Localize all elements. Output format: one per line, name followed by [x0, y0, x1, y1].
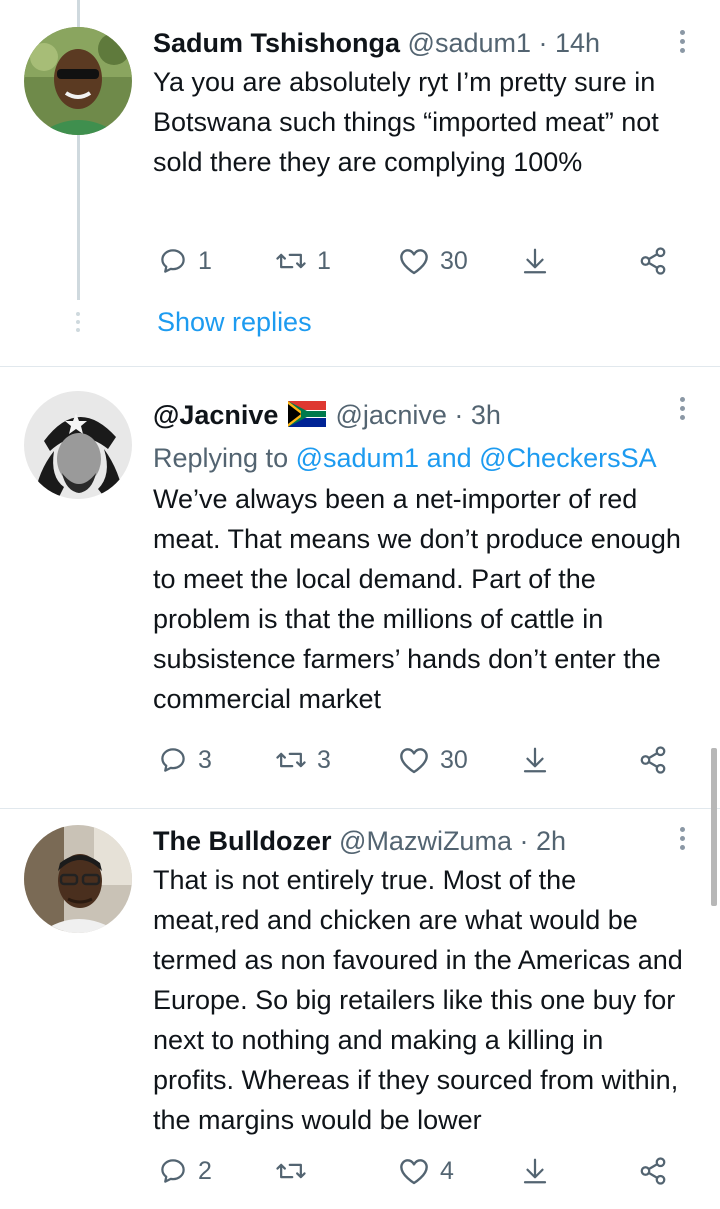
retweet-icon: [276, 752, 306, 768]
share-icon: [640, 746, 666, 774]
tweet-text: That is not entirely true. Most of the m…: [153, 865, 683, 1135]
author-name[interactable]: Sadum Tshishonga: [153, 28, 400, 58]
bookmark-share-button[interactable]: [521, 1153, 549, 1189]
like-icon: [400, 249, 428, 275]
tweet-text: Ya you are absolutely ryt I’m pretty sur…: [153, 67, 659, 177]
author-handle[interactable]: @jacnive: [335, 400, 446, 430]
author-name[interactable]: The Bulldozer: [153, 826, 332, 856]
avatar[interactable]: [24, 825, 132, 933]
tweet-text: We’ve always been a net-importer of red …: [153, 484, 681, 714]
retweet-button[interactable]: 1: [275, 243, 331, 279]
download-icon: [523, 747, 547, 773]
like-icon: [400, 1159, 428, 1185]
bookmark-share-button[interactable]: [521, 742, 549, 778]
retweet-button[interactable]: [275, 1153, 317, 1189]
retweet-icon: [276, 253, 306, 269]
retweet-button[interactable]: 3: [275, 742, 331, 778]
reply-icon: [161, 1159, 185, 1183]
like-count: 30: [440, 246, 468, 275]
retweet-icon: [276, 1163, 306, 1179]
replying-to-links[interactable]: @sadum1 and @CheckersSA: [296, 443, 657, 473]
like-button[interactable]: 30: [398, 243, 468, 279]
download-icon: [523, 1158, 547, 1184]
reply-button[interactable]: 1: [158, 243, 212, 279]
show-replies-link[interactable]: Show replies: [157, 307, 312, 338]
avatar[interactable]: [24, 27, 132, 135]
share-button[interactable]: [638, 1153, 668, 1189]
like-icon: [400, 748, 428, 774]
author-handle[interactable]: @sadum1: [408, 28, 531, 58]
tweet-time[interactable]: · 2h: [519, 826, 566, 856]
share-button[interactable]: [638, 742, 668, 778]
author-name[interactable]: @Jacnive: [153, 400, 278, 430]
share-icon: [640, 247, 666, 275]
avatar[interactable]: [24, 391, 132, 499]
share-icon: [640, 1157, 666, 1185]
tweet-actions: 2 4: [158, 1153, 680, 1189]
reply-button[interactable]: 2: [158, 1153, 212, 1189]
tweet-1[interactable]: Sadum Tshishonga @sadum1 · 14h Ya you ar…: [0, 0, 720, 366]
like-button[interactable]: 4: [398, 1153, 454, 1189]
tweet-time[interactable]: · 3h: [454, 400, 501, 430]
tweet-actions: 1 1 30: [158, 243, 680, 279]
like-count: 30: [440, 745, 468, 774]
bookmark-share-button[interactable]: [521, 243, 549, 279]
reply-count: 3: [198, 745, 212, 774]
south-africa-flag-icon: [287, 401, 326, 435]
scrollbar[interactable]: [711, 748, 717, 906]
tweet-actions: 3 3 30: [158, 742, 680, 778]
download-icon: [523, 248, 547, 274]
reply-button[interactable]: 3: [158, 742, 212, 778]
like-button[interactable]: 30: [398, 742, 468, 778]
tweet-3[interactable]: The Bulldozer @MazwiZuma · 2h That is no…: [0, 809, 720, 1209]
reply-count: 1: [198, 246, 212, 275]
reply-icon: [161, 748, 185, 772]
replying-to: Replying to @sadum1 and @CheckersSA: [153, 439, 690, 477]
tweet-2[interactable]: @Jacnive @jacnive · 3h Replying to @sadu…: [0, 367, 720, 808]
like-count: 4: [440, 1156, 454, 1185]
share-button[interactable]: [638, 243, 668, 279]
retweet-count: 1: [317, 246, 331, 275]
replying-prefix: Replying to: [153, 443, 289, 473]
tweet-time[interactable]: · 14h: [539, 28, 601, 58]
retweet-count: 3: [317, 745, 331, 774]
reply-count: 2: [198, 1156, 212, 1185]
reply-icon: [161, 249, 185, 273]
author-handle[interactable]: @MazwiZuma: [339, 826, 512, 856]
